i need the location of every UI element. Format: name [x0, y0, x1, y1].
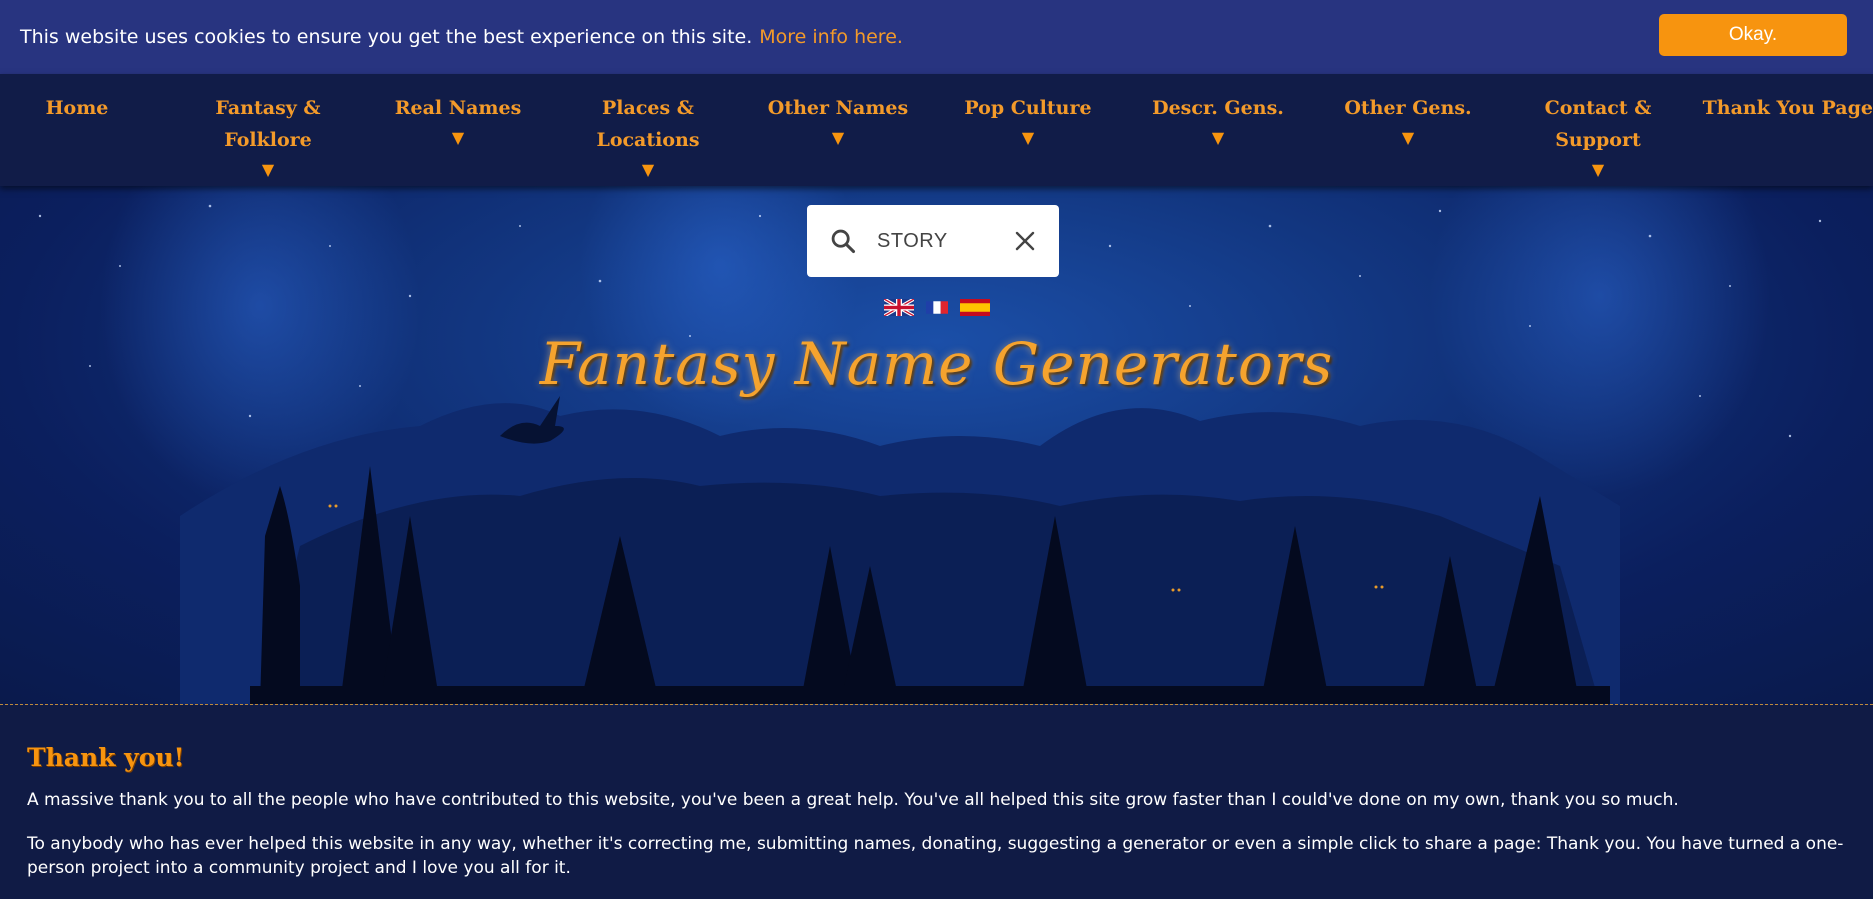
nav-item-label-line2: Folklore	[224, 129, 312, 151]
cookie-okay-button[interactable]: Okay.	[1659, 14, 1847, 56]
nav-item-fantasy-folklore[interactable]: Fantasy & Folklore ▼	[173, 92, 363, 184]
page-title: Thank you!	[27, 743, 185, 772]
nav-item-label: Other Gens.	[1344, 97, 1472, 119]
nav-item-places-locations[interactable]: Places & Locations ▼	[553, 92, 743, 184]
cookie-message: This website uses cookies to ensure you …	[20, 26, 753, 48]
nav-item-label: Home	[45, 97, 109, 119]
nav-item-label: Fantasy &	[215, 97, 321, 119]
dropdown-arrow-icon: ▼	[641, 160, 655, 179]
search-box	[807, 205, 1059, 277]
france-flag-icon[interactable]	[926, 299, 948, 316]
nav-item-label: Contact &	[1544, 97, 1652, 119]
nav-item-label: Thank You Page	[1702, 97, 1873, 119]
search-icon[interactable]	[829, 227, 857, 255]
nav-item-thank-you-page[interactable]: Thank You Page	[1693, 92, 1873, 124]
nav-item-label: Real Names	[394, 97, 522, 119]
nav-item-label: Descr. Gens.	[1152, 97, 1284, 119]
nav-item-pop-culture[interactable]: Pop Culture ▼	[933, 92, 1123, 152]
dropdown-arrow-icon: ▼	[831, 128, 845, 147]
thanks-paragraph-2: To anybody who has ever helped this webs…	[27, 834, 1844, 878]
close-icon[interactable]	[1013, 229, 1037, 253]
site-title: Fantasy Name Generators	[539, 330, 1334, 398]
search-input[interactable]	[877, 225, 997, 257]
nav-item-other-gens[interactable]: Other Gens. ▼	[1313, 92, 1503, 152]
nav-item-other-names[interactable]: Other Names ▼	[743, 92, 933, 152]
dropdown-arrow-icon: ▼	[451, 128, 465, 147]
dropdown-arrow-icon: ▼	[261, 160, 275, 179]
cookie-banner: This website uses cookies to ensure you …	[0, 0, 1873, 74]
spain-flag-icon[interactable]	[960, 299, 990, 316]
nav-item-real-names[interactable]: Real Names ▼	[363, 92, 553, 152]
dropdown-arrow-icon: ▼	[1211, 128, 1225, 147]
language-flags	[884, 299, 990, 316]
nav-item-home[interactable]: Home	[0, 92, 172, 124]
dropdown-arrow-icon: ▼	[1591, 160, 1605, 179]
nav-item-label: Pop Culture	[964, 97, 1092, 119]
dropdown-arrow-icon: ▼	[1401, 128, 1415, 147]
main-content: Thank you! A massive thank you to all th…	[0, 705, 1873, 899]
main-nav: Home Fantasy & Folklore ▼ Real Names ▼ P…	[0, 74, 1873, 186]
thanks-paragraph-1: A massive thank you to all the people wh…	[27, 790, 1679, 810]
nav-item-label: Places &	[602, 97, 694, 119]
nav-item-label-line2: Locations	[596, 129, 700, 151]
dropdown-arrow-icon: ▼	[1021, 128, 1035, 147]
cookie-more-info-link[interactable]: More info here.	[759, 26, 903, 48]
uk-flag-icon[interactable]	[884, 299, 914, 316]
nav-item-label-line2: Support	[1555, 129, 1641, 151]
nav-item-label: Other Names	[767, 97, 909, 119]
nav-item-contact-support[interactable]: Contact & Support ▼	[1503, 92, 1693, 184]
nav-item-descr-gens[interactable]: Descr. Gens. ▼	[1123, 92, 1313, 152]
